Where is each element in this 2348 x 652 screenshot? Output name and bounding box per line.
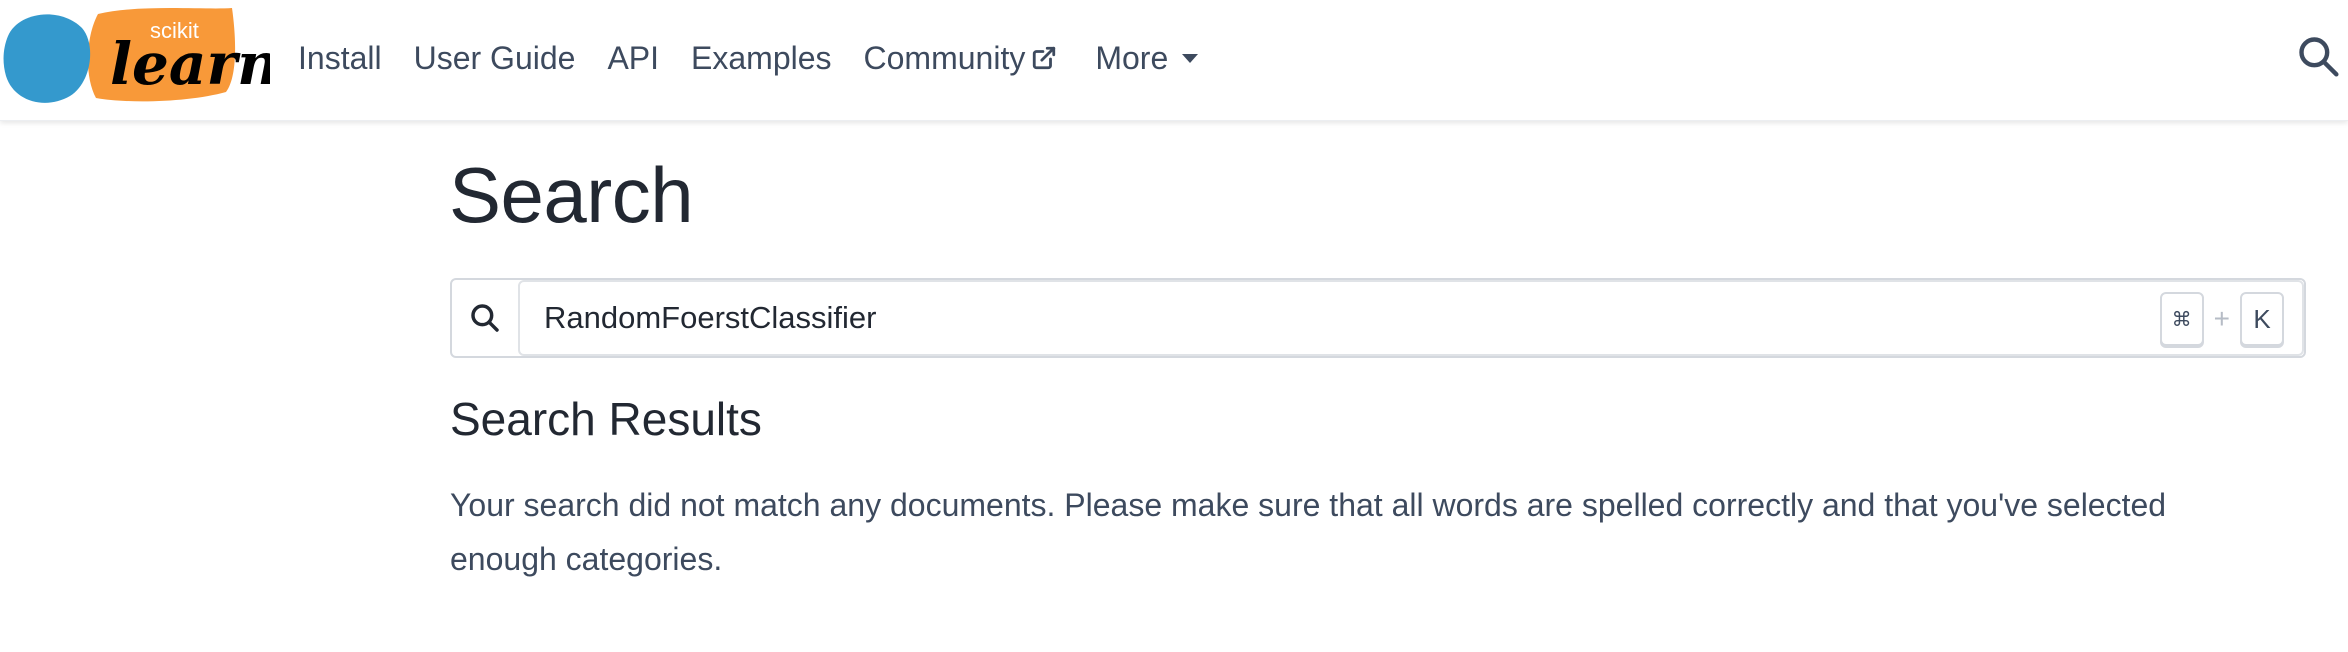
external-link-icon [1031, 45, 1057, 71]
top-navbar: scikit learn Install User Guide API Exam… [0, 0, 2348, 121]
nav-user-guide[interactable]: User Guide [414, 40, 576, 77]
nav-examples[interactable]: Examples [691, 40, 832, 77]
kbd-command-key: ⌘ [2159, 292, 2204, 346]
search-results-heading: Search Results [450, 393, 762, 445]
search-icon [2299, 37, 2339, 77]
search-field-icon-cell [452, 280, 518, 356]
kbd-plus: + [2213, 303, 2230, 334]
search-icon [471, 304, 499, 332]
nav-more-dropdown[interactable]: More [1095, 39, 1199, 77]
no-results-message: Your search did not match any documents.… [450, 487, 2167, 577]
logo-learn-text: learn [110, 30, 270, 98]
nav-more-label: More [1095, 39, 1169, 76]
search-input[interactable] [542, 282, 2042, 354]
caret-down-icon [1182, 53, 1199, 63]
nav-community-label: Community [863, 39, 1026, 76]
nav-api[interactable]: API [607, 40, 659, 77]
search-form: ⌘ + K [450, 278, 2306, 358]
header-search-button[interactable] [2296, 34, 2340, 78]
scikit-learn-logo[interactable]: scikit learn [0, 6, 279, 106]
nav-install[interactable]: Install [298, 40, 382, 77]
logo-blue-blob [3, 14, 91, 103]
page-title: Search [449, 151, 694, 239]
nav-community[interactable]: Community [864, 40, 1058, 77]
search-input-wrapper: ⌘ + K [518, 280, 2304, 356]
main-nav: Install User Guide API Examples Communit… [298, 0, 1230, 116]
keyboard-shortcut-hint: ⌘ + K [2159, 292, 2284, 346]
kbd-k-key: K [2240, 292, 2284, 346]
